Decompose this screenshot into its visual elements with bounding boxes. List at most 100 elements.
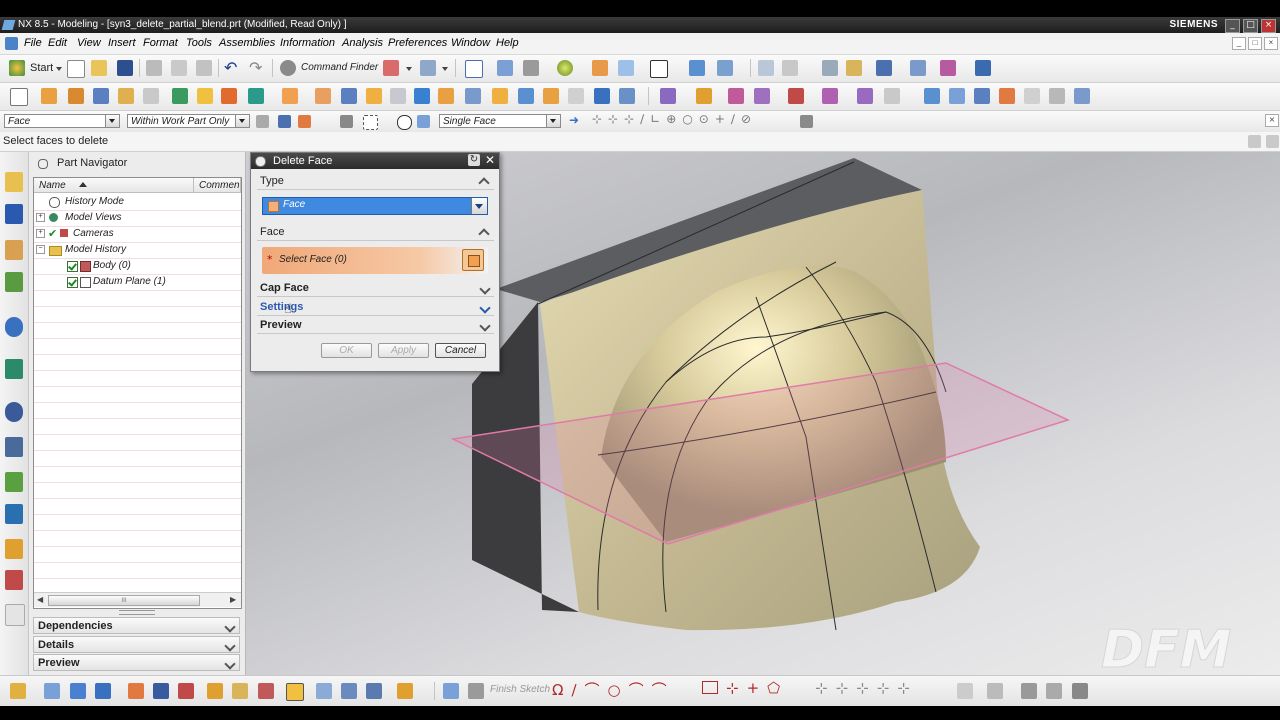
orient-view-icon[interactable]: [618, 60, 634, 76]
feature-icon-6[interactable]: [178, 683, 194, 699]
datum-axis-icon[interactable]: [197, 88, 213, 104]
feature-icon-3[interactable]: [95, 683, 111, 699]
tree-node-model-history[interactable]: − Model History: [34, 242, 241, 259]
menu-file[interactable]: File: [24, 37, 42, 49]
sketch-curve-icons[interactable]: Ω∕⌒○⌒⌒: [552, 679, 675, 700]
tree-node-model-views[interactable]: + Model Views: [34, 210, 241, 227]
select-features-icon[interactable]: [397, 115, 412, 130]
select-face-button[interactable]: [462, 249, 484, 271]
system-scenes-icon[interactable]: [5, 570, 23, 590]
render-style-icon[interactable]: [557, 60, 573, 76]
synchronous-icon-8[interactable]: [884, 88, 900, 104]
snap-point-icon[interactable]: [822, 60, 838, 76]
menu-edit[interactable]: Edit: [48, 37, 67, 49]
save-icon[interactable]: [117, 60, 133, 76]
analysis-tool-icon[interactable]: [876, 60, 892, 76]
sketch-tool-icon-3[interactable]: [1021, 683, 1037, 699]
new-file-icon[interactable]: [67, 60, 85, 78]
web-browser-icon[interactable]: [5, 317, 23, 337]
app-menu-icon[interactable]: [5, 37, 18, 50]
shell-icon[interactable]: [341, 88, 357, 104]
curve-analysis-icon[interactable]: [940, 60, 956, 76]
column-header-comment[interactable]: Commen: [194, 178, 241, 193]
sphere-icon[interactable]: [143, 88, 159, 104]
cut-icon[interactable]: [146, 60, 162, 76]
mdi-close-button[interactable]: ×: [1264, 37, 1278, 50]
show-hide-icon[interactable]: [383, 60, 399, 76]
start-icon[interactable]: [9, 60, 25, 76]
feature-icon-5[interactable]: [153, 683, 169, 699]
open-folder-icon[interactable]: [91, 60, 107, 76]
rotate-view-icon[interactable]: [523, 60, 539, 76]
history-palette-icon[interactable]: [5, 359, 23, 379]
menu-help[interactable]: Help: [496, 37, 519, 49]
extrude-icon[interactable]: [41, 88, 57, 104]
close-icon[interactable]: ✕: [484, 154, 496, 166]
surface-icon-3[interactable]: [974, 88, 990, 104]
snap-options-icon[interactable]: [800, 115, 813, 128]
face-rule-select[interactable]: Single Face: [439, 114, 561, 128]
sketch-tool-icon-4[interactable]: [1046, 683, 1062, 699]
snap-point-icons[interactable]: ⊹⊹⊹∕∟⊕○⊙+∕⊘: [592, 112, 757, 126]
surface-icon-4[interactable]: [999, 88, 1015, 104]
zoom-icon[interactable]: [497, 60, 513, 76]
visibility-checkbox[interactable]: [67, 261, 78, 272]
orient-wcs-icon[interactable]: [717, 60, 733, 76]
menu-assemblies[interactable]: Assemblies: [219, 37, 275, 49]
chevron-down-icon[interactable]: [235, 115, 249, 127]
datum-csys-icon[interactable]: [221, 88, 237, 104]
menu-window[interactable]: Window: [451, 37, 490, 49]
status-expand-icon[interactable]: [1266, 135, 1279, 148]
roles-icon[interactable]: [5, 539, 23, 559]
tree-node-datum-plane[interactable]: Datum Plane (1): [34, 274, 241, 291]
menu-analysis[interactable]: Analysis: [342, 37, 383, 49]
type-filter-select[interactable]: Face: [4, 114, 120, 128]
selection-scope-select[interactable]: Within Work Part Only: [127, 114, 250, 128]
general-selection-filter-icon[interactable]: [278, 115, 291, 128]
surface-icon-2[interactable]: [949, 88, 965, 104]
trim-body-icon[interactable]: [390, 88, 406, 104]
information-icon[interactable]: [420, 60, 436, 76]
synchronous-icon-3[interactable]: [728, 88, 744, 104]
resource-bar-extra-icon[interactable]: [5, 604, 25, 626]
assembly-icon-7[interactable]: [366, 683, 382, 699]
synchronous-icon-6[interactable]: [822, 88, 838, 104]
surface-icon-1[interactable]: [924, 88, 940, 104]
background-icon[interactable]: [650, 60, 668, 78]
select-bodies-icon[interactable]: [417, 115, 430, 128]
close-window-button[interactable]: ×: [1261, 19, 1276, 33]
rectangle-icon[interactable]: [702, 681, 718, 694]
apply-button[interactable]: Apply: [378, 343, 429, 358]
reset-icon[interactable]: ↻: [468, 154, 480, 166]
replace-face-icon[interactable]: [568, 88, 584, 104]
reuse-library-icon[interactable]: [5, 272, 23, 292]
sketch-constraint-icons[interactable]: ⊹⊹⊹⊹⊹: [815, 679, 918, 697]
feature-group-icon[interactable]: [10, 683, 26, 699]
sketch-icon[interactable]: [443, 683, 459, 699]
finish-sketch-button[interactable]: Finish Sketch: [490, 684, 550, 695]
rectangle-select-icon[interactable]: [363, 115, 378, 130]
assembly-icon-8[interactable]: [397, 683, 413, 699]
filter-reset-icon[interactable]: [256, 115, 269, 128]
sketch-tool-icon-5[interactable]: [1072, 683, 1088, 699]
assembly-icon-3[interactable]: [258, 683, 274, 699]
preview-section-header[interactable]: Preview: [257, 317, 494, 334]
tree-node-history-mode[interactable]: History Mode: [34, 194, 241, 211]
ok-button[interactable]: OK: [321, 343, 372, 358]
measure-icon[interactable]: [910, 60, 926, 76]
copy-icon[interactable]: [171, 60, 187, 76]
chevron-down-icon[interactable]: [471, 198, 487, 214]
block-icon[interactable]: [93, 88, 109, 104]
part-navigator-icon[interactable]: [5, 240, 23, 260]
menu-format[interactable]: Format: [143, 37, 178, 49]
selection-intent-icon[interactable]: [846, 60, 862, 76]
feature-icon-2[interactable]: [70, 683, 86, 699]
information-dropdown-icon[interactable]: [442, 67, 448, 71]
pattern-icon[interactable]: [438, 88, 454, 104]
assembly-icon-1[interactable]: [207, 683, 223, 699]
surface-icon-5[interactable]: [1024, 88, 1040, 104]
dependencies-panel-header[interactable]: Dependencies: [33, 617, 240, 634]
history-icon[interactable]: [5, 402, 23, 422]
visibility-checkbox[interactable]: [67, 277, 78, 288]
offset-face-icon[interactable]: [492, 88, 508, 104]
